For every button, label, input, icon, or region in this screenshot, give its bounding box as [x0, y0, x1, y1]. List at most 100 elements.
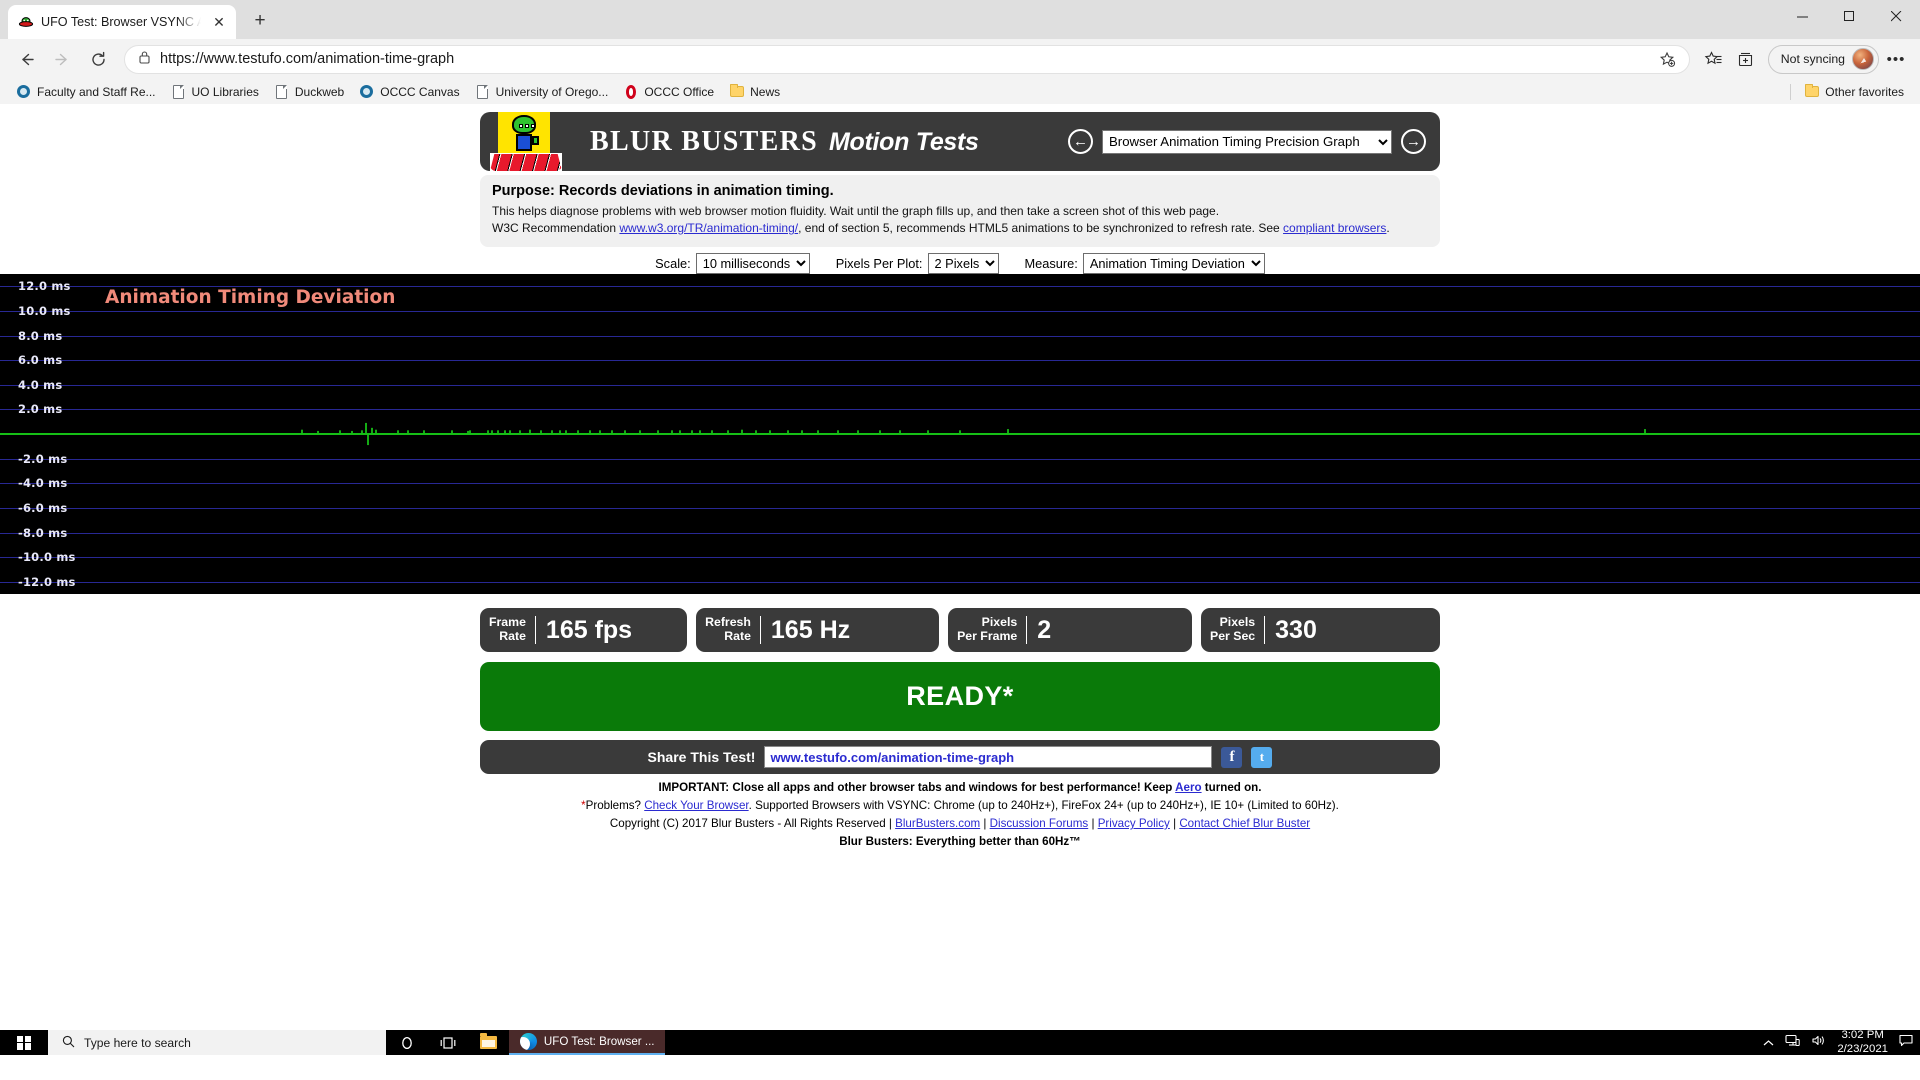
bookmark-label: Faculty and Staff Re... [37, 84, 156, 99]
stat-label: Refresh Rate [696, 616, 761, 644]
reload-button[interactable] [81, 42, 115, 76]
more-options-icon[interactable]: ••• [1881, 44, 1911, 74]
pixels-per-plot-label: Pixels Per Plot: [835, 256, 923, 272]
cortana-icon[interactable] [386, 1030, 427, 1055]
site-header: BLUR BUSTERS Motion Tests ← Browser Anim… [480, 112, 1440, 171]
bookmark-label: UO Libraries [191, 84, 259, 99]
blur-busters-ufo-logo [490, 112, 562, 171]
sep-3: | [1169, 817, 1180, 830]
compliant-browsers-link[interactable]: compliant browsers [1283, 221, 1386, 235]
browser-tab[interactable]: UFO Test: Browser VSYNC Anima ✕ [8, 5, 236, 39]
profile-label: Not syncing [1780, 52, 1845, 66]
notifications-icon[interactable] [1899, 1034, 1913, 1052]
close-icon[interactable]: ✕ [208, 11, 230, 33]
purpose-text-a: W3C Recommendation [492, 221, 620, 236]
discussion-forums-link[interactable]: Discussion Forums [990, 817, 1089, 830]
privacy-policy-link[interactable]: Privacy Policy [1098, 817, 1170, 830]
stat-value: 2 [1037, 615, 1052, 644]
address-bar[interactable]: https://www.testufo.com/animation-time-g… [124, 44, 1690, 74]
problems-text-a: Problems? [585, 799, 645, 813]
footer-copyright: Copyright (C) 2017 Blur Busters - All Ri… [480, 815, 1440, 833]
favorites-list-icon[interactable] [1699, 44, 1729, 74]
collections-icon[interactable] [1731, 44, 1761, 74]
scale-select[interactable]: 10 milliseconds [695, 253, 810, 275]
scale-label: Scale: [655, 256, 691, 272]
bookmark-uo-libraries[interactable]: UO Libraries [165, 82, 265, 101]
sep-1: | [980, 817, 990, 830]
brand-motion-tests: Motion Tests [829, 127, 979, 156]
test-selector[interactable]: Browser Animation Timing Precision Graph [1102, 129, 1392, 154]
volume-icon[interactable] [1811, 1034, 1826, 1052]
folder-icon [1804, 84, 1819, 99]
task-view-icon[interactable] [427, 1030, 468, 1055]
problems-text-b: . Supported Browsers with VSYNC: Chrome … [748, 799, 1339, 813]
close-window-button[interactable] [1873, 0, 1920, 33]
url-text: https://www.testufo.com/animation-time-g… [160, 51, 455, 67]
avatar [1852, 48, 1874, 70]
taskbar-clock[interactable]: 3:02 PM 2/23/2021 [1837, 1029, 1888, 1056]
sep-2: | [1088, 817, 1098, 830]
important-text-b: turned on. [1201, 781, 1262, 795]
bookmark-occc-canvas[interactable]: OCCC Canvas [353, 82, 465, 101]
check-your-browser-link[interactable]: Check Your Browser [644, 799, 748, 812]
profile-button[interactable]: Not syncing [1767, 44, 1879, 74]
purpose-text-c: . [1386, 221, 1390, 236]
bookmarks-divider [1790, 83, 1792, 100]
footer-tagline: Blur Busters: Everything better than 60H… [839, 834, 1081, 848]
brand-blur-busters: BLUR BUSTERS [590, 125, 819, 157]
bookmarks-bar: Faculty and Staff Re... UO Libraries Duc… [0, 79, 1920, 104]
bookmark-duckweb[interactable]: Duckweb [268, 82, 350, 101]
stat-label: Pixels Per Sec [1201, 616, 1266, 644]
bookmark-occc-office[interactable]: OCCC Office [617, 82, 720, 101]
ufo-icon [18, 14, 34, 30]
w3c-animation-timing-link[interactable]: www.w3.org/TR/animation-timing/ [619, 221, 798, 235]
bookmark-faculty-and-staff[interactable]: Faculty and Staff Re... [10, 82, 162, 101]
bookmark-news[interactable]: News [723, 82, 786, 101]
back-button[interactable] [9, 42, 43, 76]
add-favorite-icon[interactable] [1653, 44, 1683, 74]
contact-link[interactable]: Contact Chief Blur Buster [1179, 817, 1310, 830]
blurbusters-link[interactable]: BlurBusters.com [895, 817, 980, 830]
office-icon [623, 84, 638, 99]
maximize-button[interactable] [1826, 0, 1873, 33]
share-url-input[interactable] [764, 746, 1213, 769]
stat-value: 165 fps [545, 615, 633, 644]
new-tab-button[interactable]: + [245, 6, 275, 36]
file-explorer-icon[interactable] [468, 1030, 509, 1055]
graph-controls: Scale: 10 milliseconds Pixels Per Plot: … [480, 253, 1440, 275]
start-button[interactable] [0, 1030, 48, 1055]
next-test-button[interactable]: → [1401, 129, 1426, 154]
stats-row: Frame Rate 165 fps Refresh Rate 165 Hz P… [480, 608, 1440, 653]
pixels-per-plot-select[interactable]: 2 Pixels [927, 253, 999, 275]
page-content: BLUR BUSTERS Motion Tests ← Browser Anim… [0, 112, 1920, 851]
bookmark-label: OCCC Office [644, 84, 715, 99]
clock-date: 2/23/2021 [1837, 1042, 1888, 1055]
circle-icon [359, 84, 374, 99]
scale-control: Scale: 10 milliseconds [655, 253, 810, 275]
aero-link[interactable]: Aero [1175, 781, 1201, 794]
taskbar-app-edge[interactable]: UFO Test: Browser ... [509, 1030, 665, 1055]
stat-label: Pixels Per Frame [948, 616, 1028, 644]
forward-button[interactable] [45, 42, 79, 76]
purpose-panel: Purpose: Records deviations in animation… [480, 175, 1440, 248]
purpose-line-2: W3C Recommendation www.w3.org/TR/animati… [492, 220, 1428, 237]
taskbar-search[interactable]: Type here to search [48, 1030, 386, 1055]
bookmark-label: OCCC Canvas [380, 84, 460, 99]
bookmark-university-of-oregon[interactable]: University of Orego... [469, 82, 615, 101]
bookmark-label: Duckweb [294, 84, 345, 99]
tray-chevron-icon[interactable] [1763, 1034, 1774, 1052]
twitter-icon[interactable]: t [1251, 746, 1273, 768]
browser-window: UFO Test: Browser VSYNC Anima ✕ + [0, 0, 1920, 1055]
other-favorites-button[interactable]: Other favorites [1798, 82, 1910, 101]
important-text-a: IMPORTANT: Close all apps and other brow… [658, 781, 1176, 795]
previous-test-button[interactable]: ← [1068, 129, 1093, 154]
stat-pixels-per-frame: Pixels Per Frame 2 [948, 608, 1193, 653]
minimize-button[interactable] [1779, 0, 1826, 33]
measure-select[interactable]: Animation Timing Deviation [1082, 253, 1265, 275]
lock-icon [138, 50, 151, 69]
search-icon [62, 1035, 75, 1051]
facebook-icon[interactable]: f [1221, 746, 1243, 768]
bookmark-label: News [750, 84, 781, 99]
measure-label: Measure: [1024, 256, 1078, 272]
network-icon[interactable] [1785, 1034, 1801, 1052]
